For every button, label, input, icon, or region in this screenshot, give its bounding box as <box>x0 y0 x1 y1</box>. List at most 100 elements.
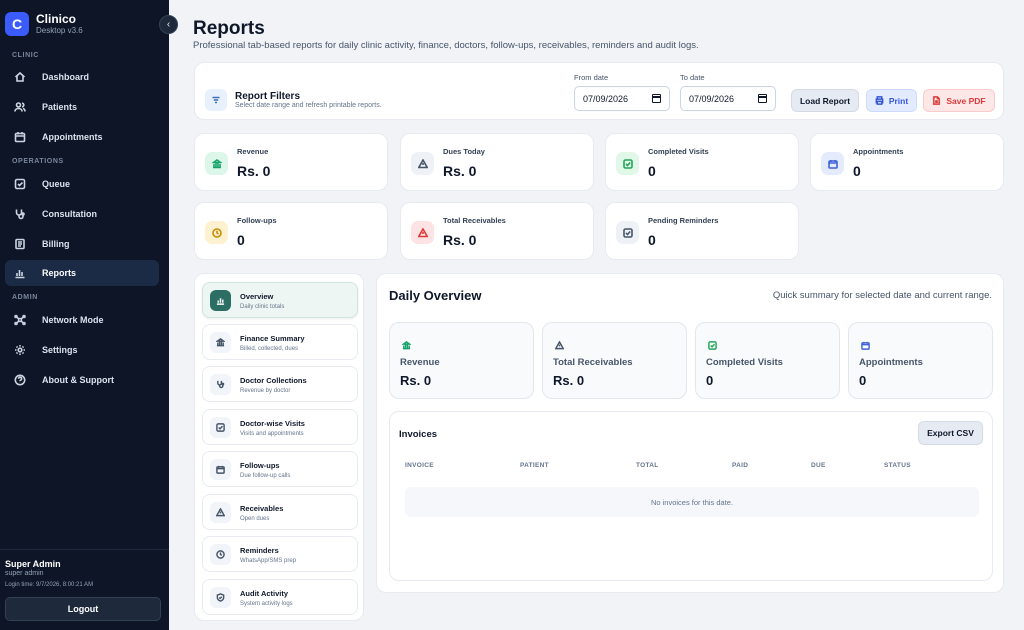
tab-receivables[interactable]: Receivables Open dues <box>202 494 358 530</box>
sidebar-item-label: Appointments <box>42 132 103 142</box>
sidebar-item-reports[interactable]: Reports <box>5 260 159 286</box>
overview-subtitle: Quick summary for selected date and curr… <box>772 290 992 301</box>
sidebar-item-queue[interactable]: Queue <box>5 171 159 197</box>
to-date-input[interactable]: 07/09/2026 <box>680 86 776 111</box>
save-pdf-button[interactable]: Save PDF <box>923 89 995 112</box>
calendar-picker-icon[interactable] <box>758 94 767 103</box>
sidebar-item-patients[interactable]: Patients <box>5 94 159 120</box>
shield-icon <box>210 587 231 608</box>
warning-icon <box>411 221 434 244</box>
sidebar-item-network-mode[interactable]: Network Mode <box>5 307 159 333</box>
bar-chart-icon <box>210 290 231 311</box>
overview-card-label: Revenue <box>400 357 440 368</box>
user-profile: Super Admin super admin Login time: 9/7/… <box>0 549 169 588</box>
stat-card-completed-visits: Completed Visits 0 <box>605 133 799 191</box>
overview-card-label: Appointments <box>859 357 923 368</box>
tab-title: Reminders <box>240 546 279 555</box>
check-square-icon <box>616 152 639 175</box>
overview-card-revenue: Revenue Rs. 0 <box>389 322 534 399</box>
from-date-label: From date <box>574 73 609 82</box>
tab-title: Finance Summary <box>240 334 305 343</box>
tab-doctor-wise-visits[interactable]: Doctor-wise Visits Visits and appointmen… <box>202 409 358 445</box>
clock-icon <box>210 544 231 565</box>
invoices-table: Invoices Export CSV INVOICE PATIENT TOTA… <box>389 411 993 581</box>
tab-subtitle: Open dues <box>240 516 270 522</box>
check-square-icon <box>708 337 718 350</box>
stethoscope-icon <box>13 208 26 221</box>
sidebar-item-billing[interactable]: Billing <box>5 231 159 257</box>
help-icon <box>13 374 26 387</box>
warning-icon <box>210 502 231 523</box>
overview-card-value: Rs. 0 <box>553 373 585 388</box>
column-header-invoice[interactable]: INVOICE <box>405 462 434 469</box>
overview-title: Daily Overview <box>389 288 482 303</box>
section-label-clinic: CLINIC <box>12 52 39 59</box>
stat-label: Appointments <box>853 147 904 156</box>
stat-value: 0 <box>648 163 656 179</box>
column-header-paid[interactable]: PAID <box>732 462 748 469</box>
tab-audit-activity[interactable]: Audit Activity System activity logs <box>202 579 358 615</box>
stat-label: Completed Visits <box>648 147 709 156</box>
checkbox-icon <box>13 178 26 191</box>
overview-card-value: Rs. 0 <box>400 373 432 388</box>
from-date-input[interactable]: 07/09/2026 <box>574 86 670 111</box>
sidebar-item-label: Patients <box>42 102 78 112</box>
report-tabs: Overview Daily clinic totals Finance Sum… <box>194 273 364 621</box>
bank-icon <box>401 337 412 350</box>
page-title: Reports <box>193 18 265 39</box>
stat-card-dues-today: Dues Today Rs. 0 <box>400 133 594 191</box>
print-label: Print <box>888 95 909 106</box>
sidebar-item-about-support[interactable]: About & Support <box>5 367 159 393</box>
calendar-icon <box>821 152 844 175</box>
stat-label: Revenue <box>237 147 269 156</box>
brand: C Clinico Desktop v3.6 <box>5 12 83 36</box>
calendar-icon <box>210 459 231 480</box>
filters-title: Report Filters <box>235 91 301 102</box>
overview-card-value: 0 <box>859 373 867 388</box>
column-header-status[interactable]: STATUS <box>884 462 911 469</box>
tab-subtitle: Daily clinic totals <box>240 304 285 310</box>
stat-value: Rs. 0 <box>443 163 477 179</box>
check-square-icon <box>210 417 231 438</box>
file-icon <box>933 96 941 105</box>
logout-button[interactable]: Logout <box>5 597 161 621</box>
login-time: Login time: 9/7/2026, 8:00:21 AM <box>5 582 94 588</box>
sidebar-item-dashboard[interactable]: Dashboard <box>5 64 159 90</box>
tab-follow-ups[interactable]: Follow-ups Due follow-up calls <box>202 451 358 487</box>
tab-title: Doctor Collections <box>240 376 307 385</box>
tab-overview[interactable]: Overview Daily clinic totals <box>202 282 358 318</box>
tab-title: Receivables <box>240 504 284 513</box>
tab-subtitle: Visits and appointments <box>240 431 304 437</box>
stat-card-follow-ups: Follow-ups 0 <box>194 202 388 260</box>
load-report-button[interactable]: Load Report <box>791 89 859 112</box>
stat-label: Dues Today <box>443 147 485 156</box>
tab-subtitle: Revenue by doctor <box>240 388 291 394</box>
export-csv-button[interactable]: Export CSV <box>918 421 983 445</box>
tab-reminders[interactable]: Reminders WhatsApp/SMS prep <box>202 536 358 572</box>
load-report-label: Load Report <box>799 95 851 106</box>
sidebar-item-appointments[interactable]: Appointments <box>5 124 159 150</box>
calendar-picker-icon[interactable] <box>652 94 661 103</box>
collapse-sidebar-button[interactable]: ‹ <box>159 15 178 34</box>
sidebar-item-consultation[interactable]: Consultation <box>5 201 159 227</box>
tab-title: Doctor-wise Visits <box>240 419 305 428</box>
tab-doctor-collections[interactable]: Doctor Collections Revenue by doctor <box>202 366 358 402</box>
from-date-value: 07/09/2026 <box>583 93 629 104</box>
bank-icon <box>205 152 228 175</box>
tab-subtitle: Due follow-up calls <box>240 473 291 479</box>
column-header-due[interactable]: DUE <box>811 462 826 469</box>
filter-icon <box>205 89 227 111</box>
print-button[interactable]: Print <box>866 89 917 112</box>
sidebar: C Clinico Desktop v3.6 CLINIC Dashboard … <box>0 0 169 630</box>
stat-label: Total Receivables <box>443 216 506 225</box>
receipt-icon <box>13 238 26 251</box>
column-header-patient[interactable]: PATIENT <box>520 462 549 469</box>
calendar-icon <box>861 337 871 350</box>
sidebar-item-settings[interactable]: Settings <box>5 337 159 363</box>
sidebar-item-label: Billing <box>42 239 70 249</box>
stethoscope-icon <box>210 374 231 395</box>
tab-finance-summary[interactable]: Finance Summary Billed, collected, dues <box>202 324 358 360</box>
column-header-total[interactable]: TOTAL <box>636 462 659 469</box>
sidebar-item-label: Dashboard <box>42 72 90 82</box>
clock-icon <box>205 221 228 244</box>
